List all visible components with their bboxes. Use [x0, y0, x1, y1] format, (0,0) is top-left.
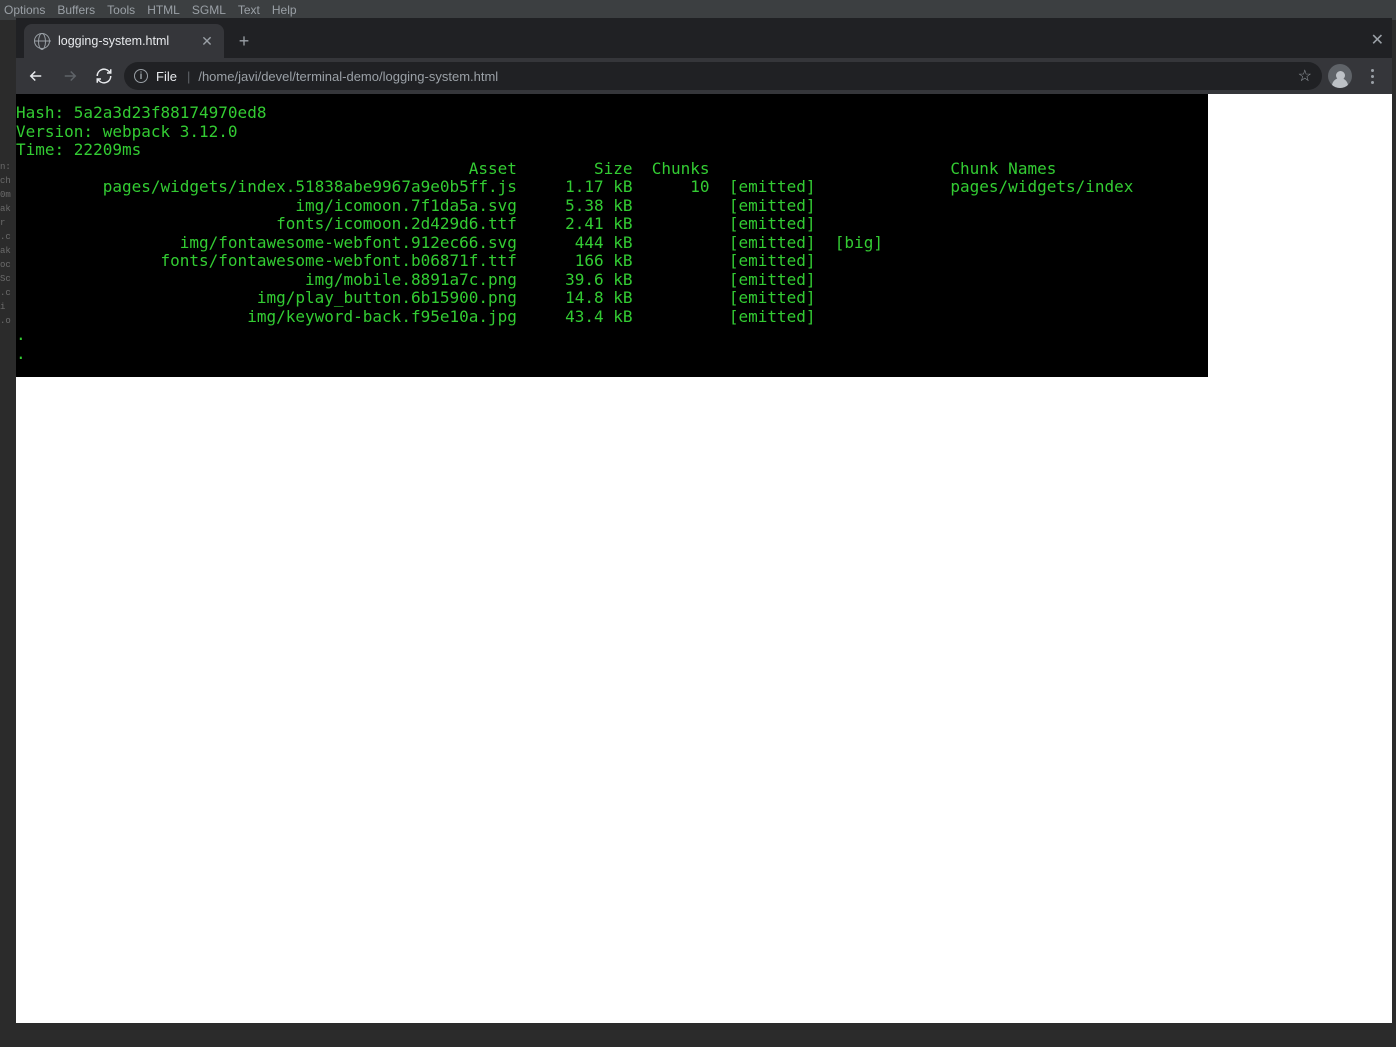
bg-menu-item: SGML — [192, 3, 226, 17]
address-bar[interactable]: i File | /home/javi/devel/terminal-demo/… — [124, 62, 1322, 90]
new-tab-button[interactable]: + — [230, 27, 258, 55]
bg-menu-item: Tools — [107, 3, 135, 17]
tab-title: logging-system.html — [58, 34, 169, 48]
back-button[interactable] — [22, 62, 50, 90]
bg-menu-item: Text — [238, 3, 260, 17]
arrow-right-icon — [61, 67, 79, 85]
page-content: Hash: 5a2a3d23f88174970ed8 Version: webp… — [16, 94, 1392, 1023]
kebab-dot-icon — [1371, 69, 1374, 72]
arrow-left-icon — [27, 67, 45, 85]
browser-toolbar: i File | /home/javi/devel/terminal-demo/… — [16, 58, 1392, 94]
browser-tab[interactable]: logging-system.html ✕ — [24, 24, 224, 58]
url-scheme: File — [156, 69, 177, 84]
bg-menu-item: Options — [4, 3, 45, 17]
url-path: /home/javi/devel/terminal-demo/logging-s… — [198, 69, 498, 84]
globe-icon — [34, 33, 50, 49]
background-editor-gutter: n:ch0makr.cakocSc.ci.o — [0, 20, 16, 1047]
close-tab-button[interactable]: ✕ — [200, 34, 214, 48]
tab-strip: logging-system.html ✕ + ✕ — [16, 18, 1392, 58]
kebab-dot-icon — [1371, 75, 1374, 78]
reload-icon — [95, 67, 113, 85]
browser-menu-button[interactable] — [1358, 62, 1386, 90]
bg-menu-item: HTML — [147, 3, 180, 17]
forward-button[interactable] — [56, 62, 84, 90]
profile-avatar[interactable] — [1328, 64, 1352, 88]
bg-menu-item: Buffers — [57, 3, 95, 17]
kebab-dot-icon — [1371, 81, 1374, 84]
terminal-output: Hash: 5a2a3d23f88174970ed8 Version: webp… — [16, 94, 1208, 377]
url-divider: | — [187, 69, 190, 84]
background-editor-menubar: Options Buffers Tools HTML SGML Text Hel… — [0, 0, 1396, 20]
close-window-button[interactable]: ✕ — [1371, 30, 1384, 50]
bg-menu-item: Help — [272, 3, 297, 17]
reload-button[interactable] — [90, 62, 118, 90]
info-icon[interactable]: i — [134, 69, 148, 83]
bookmark-button[interactable]: ☆ — [1298, 66, 1312, 86]
browser-window: logging-system.html ✕ + ✕ i File | /home… — [16, 18, 1392, 1023]
